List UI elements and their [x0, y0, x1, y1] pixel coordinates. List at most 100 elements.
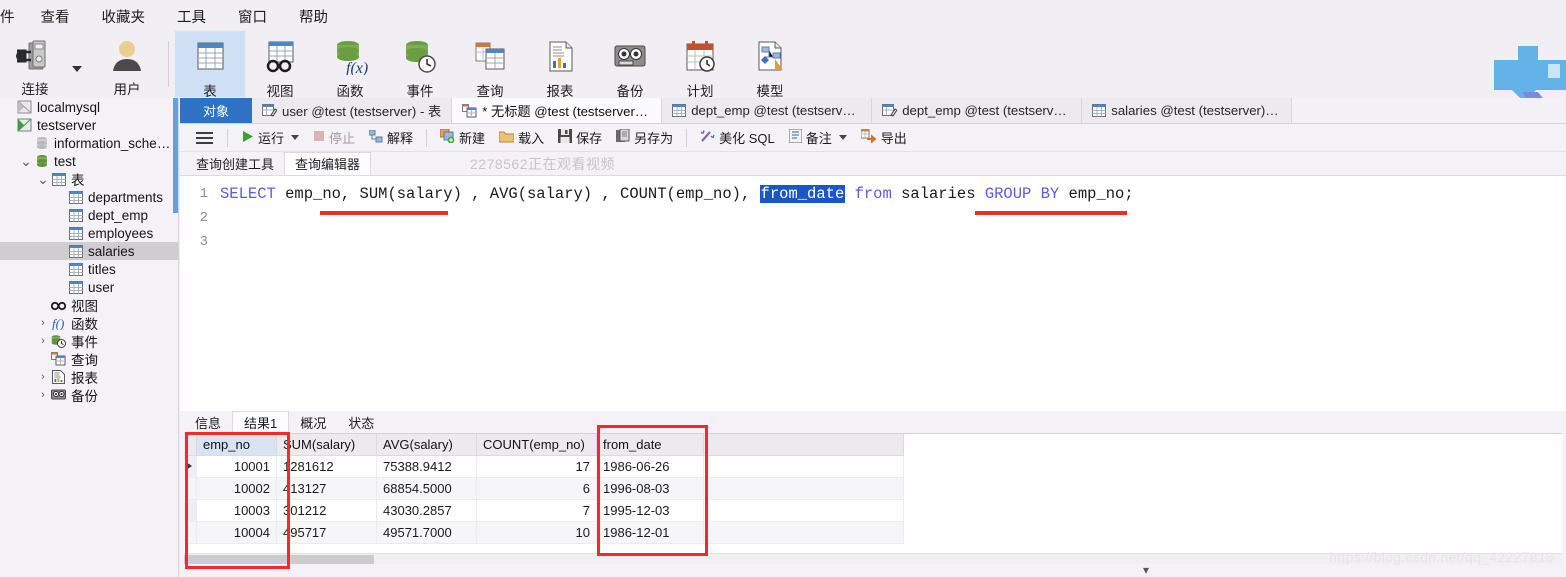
table-row[interactable]: 10001 1281612 75388.9412 17 1986-06-26 — [184, 455, 904, 478]
cell-avg-salary[interactable]: 49571.7000 — [376, 521, 477, 544]
document-tab-2[interactable]: dept_emp @test (testserver... — [662, 98, 873, 123]
tree-node-departments[interactable]: departments — [0, 188, 178, 206]
cell-sum-salary[interactable]: 495717 — [276, 521, 377, 544]
chevron-down-icon[interactable]: ⌄ — [19, 154, 33, 168]
results-tab-0[interactable]: 信息 — [184, 411, 232, 433]
cell-from-date[interactable]: 1986-06-26 — [596, 455, 704, 478]
new-button[interactable]: 新建 — [433, 126, 492, 150]
cell-emp-no[interactable]: 10001 — [196, 455, 277, 478]
cell-count-emp-no[interactable]: 7 — [476, 499, 597, 522]
cell-count-emp-no[interactable]: 10 — [476, 521, 597, 544]
column-header-count-emp-no[interactable]: COUNT(emp_no) — [476, 434, 597, 456]
run-dropdown-caret[interactable] — [291, 135, 300, 140]
tree-node--[interactable]: › 事件 — [0, 332, 178, 350]
toolbar-button-table[interactable]: 表 — [175, 31, 245, 99]
cell-from-date[interactable]: 1986-12-01 — [596, 521, 704, 544]
menu-item-favorites[interactable]: 收藏夹 — [86, 10, 162, 31]
connection-dropdown-caret[interactable] — [72, 66, 82, 72]
table-row[interactable]: 10003 301212 43030.2857 7 1995-12-03 — [184, 499, 904, 522]
menu-item-view[interactable]: 查看 — [25, 10, 86, 31]
menu-item-file[interactable]: 件 — [0, 10, 25, 31]
toolbar-button-query[interactable]: 查询 — [455, 31, 525, 99]
load-button[interactable]: 载入 — [492, 126, 551, 150]
note-dropdown-caret[interactable] — [838, 135, 847, 140]
tree-node-user[interactable]: user — [0, 278, 178, 296]
document-tab-0[interactable]: user @test (testserver) - 表 — [252, 98, 453, 123]
chevron-down-icon[interactable]: ⌄ — [36, 172, 50, 186]
results-tab-3[interactable]: 状态 — [337, 411, 385, 433]
object-tree-sidebar[interactable]: localmysql testserver information_schema ⌄ t… — [0, 98, 179, 577]
cell-avg-salary[interactable]: 75388.9412 — [376, 455, 477, 478]
results-tab-1[interactable]: 结果1 — [232, 411, 290, 433]
tree-node-titles[interactable]: titles — [0, 260, 178, 278]
cell-count-emp-no[interactable]: 6 — [476, 477, 597, 500]
document-tab-1[interactable]: * 无标题 @test (testserver) -... — [452, 98, 663, 123]
tree-node-employees[interactable]: employees — [0, 224, 178, 242]
cell-count-emp-no[interactable]: 17 — [476, 455, 597, 478]
tab-query-editor[interactable]: 查询编辑器 — [284, 152, 372, 175]
tab-objects[interactable]: 对象 — [180, 98, 252, 123]
results-tab-2[interactable]: 概况 — [289, 411, 337, 433]
table-row[interactable]: 10004 495717 49571.7000 10 1986-12-01 — [184, 521, 904, 544]
toolbar-button-user[interactable]: 用户 — [92, 31, 162, 97]
tree-node--[interactable]: › 备份 — [0, 386, 178, 404]
cell-sum-salary[interactable]: 1281612 — [276, 455, 377, 478]
cell-sum-salary[interactable]: 301212 — [276, 499, 377, 522]
column-header-avg-salary[interactable]: AVG(salary) — [376, 434, 477, 456]
export-button[interactable]: 导出 — [854, 126, 914, 150]
toolbar-button-event[interactable]: 事件 — [385, 31, 455, 99]
chevron-right-icon[interactable]: › — [36, 371, 50, 383]
toolbar-button-schedule[interactable]: 计划 — [665, 31, 735, 99]
cell-emp-no[interactable]: 10002 — [196, 477, 277, 500]
cell-emp-no[interactable]: 10004 — [196, 521, 277, 544]
tree-node--[interactable]: 视图 — [0, 296, 178, 314]
cell-sum-salary[interactable]: 413127 — [276, 477, 377, 500]
tree-node-information_schema[interactable]: information_schema — [0, 134, 178, 152]
tree-node--[interactable]: › f() 函数 — [0, 314, 178, 332]
sidebar-scrollbar[interactable] — [173, 98, 178, 213]
hamburger-icon[interactable] — [188, 131, 221, 144]
sql-editor[interactable]: 1 2 3 SELECT emp_no, SUM(salary) , AVG(s… — [180, 176, 1566, 484]
tree-node-salaries[interactable]: salaries — [0, 242, 178, 260]
menu-item-window[interactable]: 窗口 — [222, 10, 283, 31]
document-tab-4[interactable]: salaries @test (testserver) - ... — [1082, 98, 1293, 123]
column-header-emp-no[interactable]: emp_no — [196, 434, 277, 456]
chevron-right-icon[interactable]: › — [36, 317, 50, 329]
tree-node-dept_emp[interactable]: dept_emp — [0, 206, 178, 224]
column-header-sum-salary[interactable]: SUM(salary) — [276, 434, 377, 456]
run-button[interactable]: 运行 — [234, 126, 306, 150]
toolbar-button-backup[interactable]: 备份 — [595, 31, 665, 99]
menu-item-help[interactable]: 帮助 — [283, 10, 344, 31]
scrollbar-thumb[interactable] — [184, 555, 374, 564]
table-row[interactable]: 10002 413127 68854.5000 6 1996-08-03 — [184, 477, 904, 500]
cell-from-date[interactable]: 1995-12-03 — [596, 499, 704, 522]
chevron-right-icon[interactable]: › — [36, 389, 50, 401]
cell-avg-salary[interactable]: 43030.2857 — [376, 499, 477, 522]
chevron-right-icon[interactable]: › — [36, 335, 50, 347]
toolbar-button-report[interactable]: 报表 — [525, 31, 595, 99]
column-header-from-date[interactable]: from_date — [596, 434, 704, 456]
toolbar-button-function[interactable]: f(x) 函数 — [315, 31, 385, 99]
tree-node--[interactable]: ⌄ 表 — [0, 170, 178, 188]
toolbar-button-view[interactable]: 视图 — [245, 31, 315, 99]
tree-node--[interactable]: › 报表 — [0, 368, 178, 386]
tree-node-test[interactable]: ⌄ test — [0, 152, 178, 170]
save-as-button[interactable]: 另存为 — [609, 126, 680, 150]
beautify-sql-button[interactable]: 美化 SQL — [693, 126, 782, 150]
toolbar-button-connection[interactable]: 连接 — [0, 31, 70, 97]
note-button[interactable]: 备注 — [782, 126, 854, 150]
results-grid[interactable]: emp_no SUM(salary) AVG(salary) COUNT(emp… — [184, 433, 1562, 553]
tab-query-builder[interactable]: 查询创建工具 — [186, 152, 284, 175]
sql-code-text[interactable]: SELECT emp_no, SUM(salary) , AVG(salary)… — [220, 182, 1134, 254]
cell-from-date[interactable]: 1996-08-03 — [596, 477, 704, 500]
tree-node--[interactable]: 查询 — [0, 350, 178, 368]
explain-button[interactable]: 解释 — [362, 126, 420, 150]
menu-item-tools[interactable]: 工具 — [161, 10, 222, 31]
tree-node-localmysql[interactable]: localmysql — [0, 98, 178, 116]
tree-node-testserver[interactable]: testserver — [0, 116, 178, 134]
cell-avg-salary[interactable]: 68854.5000 — [376, 477, 477, 500]
document-tab-3[interactable]: dept_emp @test (testserver... — [872, 98, 1083, 123]
cell-emp-no[interactable]: 10003 — [196, 499, 277, 522]
toolbar-button-model[interactable]: 模型 — [735, 31, 805, 99]
save-button[interactable]: 保存 — [551, 126, 609, 150]
